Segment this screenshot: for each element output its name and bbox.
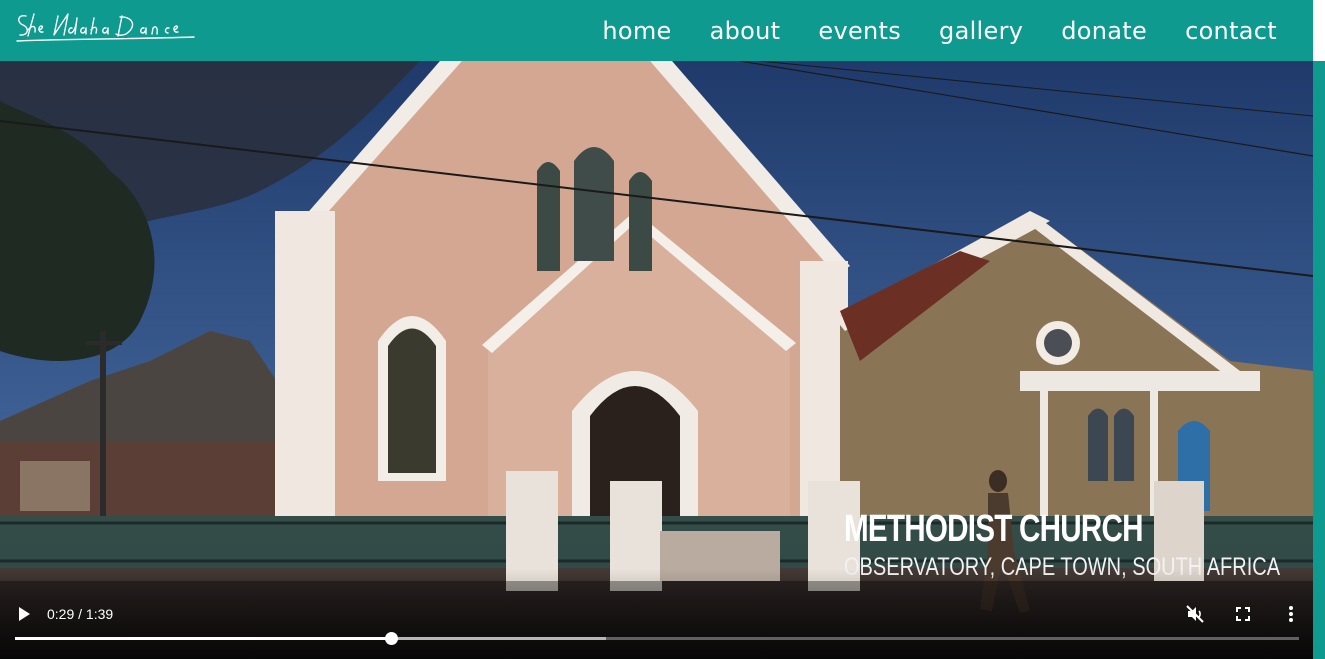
play-button[interactable] <box>12 602 36 626</box>
caption-title: METHODIST CHURCH <box>844 508 1144 550</box>
fullscreen-icon <box>1236 607 1250 621</box>
play-icon <box>19 607 30 621</box>
nav-home[interactable]: home <box>602 17 671 45</box>
more-options-button[interactable] <box>1279 602 1303 626</box>
nav-gallery[interactable]: gallery <box>939 17 1023 45</box>
more-vertical-icon <box>1289 606 1293 622</box>
time-display: 0:29 / 1:39 <box>47 606 114 622</box>
mute-button[interactable] <box>1183 602 1207 626</box>
nav-about[interactable]: about <box>710 17 781 45</box>
site-logo[interactable] <box>14 8 199 48</box>
main-navigation: home about events gallery donate contact <box>602 0 1277 61</box>
nav-events[interactable]: events <box>818 17 901 45</box>
seek-bar[interactable] <box>15 632 1299 645</box>
nav-donate[interactable]: donate <box>1061 17 1147 45</box>
signature-logo-graphic <box>16 13 195 42</box>
muted-speaker-icon <box>1186 605 1204 623</box>
fullscreen-button[interactable] <box>1231 602 1255 626</box>
video-player[interactable]: METHODIST CHURCH OBSERVATORY, CAPE TOWN,… <box>0 61 1313 659</box>
nav-contact[interactable]: contact <box>1185 17 1277 45</box>
controls-overlay <box>0 569 1313 659</box>
page-scrollbar[interactable] <box>1313 61 1325 659</box>
seek-bar-played <box>15 637 392 640</box>
site-header: home about events gallery donate contact <box>0 0 1313 61</box>
